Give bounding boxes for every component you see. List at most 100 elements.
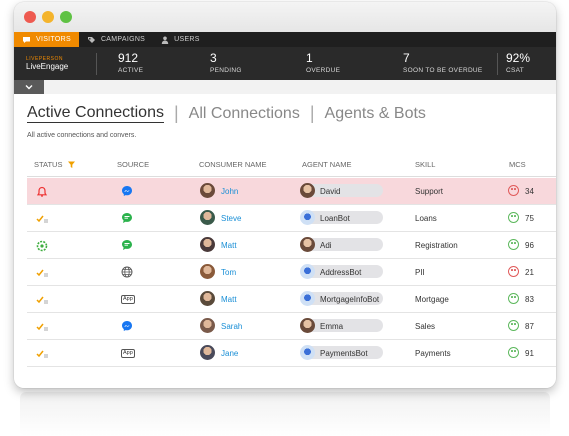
skill-label: PII bbox=[415, 268, 425, 277]
check-lines-icon bbox=[36, 213, 48, 225]
avatar bbox=[200, 291, 215, 306]
stat-csat[interactable]: 92% CSAT bbox=[506, 51, 531, 75]
col-skill[interactable]: SKILL bbox=[415, 160, 435, 169]
col-agent-name[interactable]: AGENT NAME bbox=[302, 160, 351, 169]
avatar bbox=[200, 318, 215, 333]
stat-active-label: ACTIVE bbox=[118, 67, 144, 74]
gear-icon bbox=[36, 240, 48, 252]
smiley-face-icon bbox=[508, 239, 519, 250]
stat-soon-overdue-value: 7 bbox=[403, 51, 410, 65]
skill-label: Loans bbox=[415, 214, 437, 223]
check-lines-icon bbox=[36, 267, 48, 279]
skill-label: Mortgage bbox=[415, 295, 449, 304]
top-nav: VISITORS CAMPAIGNS USERS bbox=[14, 32, 556, 47]
agent-name: AddressBot bbox=[320, 268, 362, 277]
check-lines-icon bbox=[36, 294, 48, 306]
avatar bbox=[300, 318, 315, 333]
avatar bbox=[200, 183, 215, 198]
maximize-window-button[interactable] bbox=[60, 11, 72, 23]
avatar bbox=[300, 183, 315, 198]
mcs-score: 21 bbox=[525, 268, 534, 277]
consumer-name-link[interactable]: Steve bbox=[221, 214, 241, 223]
collapse-toggle-button[interactable] bbox=[14, 80, 44, 94]
consumer-name-link[interactable]: Matt bbox=[221, 295, 237, 304]
stat-pending[interactable]: 3 PENDING bbox=[210, 51, 242, 75]
mcs-score: 34 bbox=[525, 187, 534, 196]
chat-icon bbox=[23, 36, 30, 43]
bot-avatar bbox=[300, 264, 315, 279]
sms-icon bbox=[121, 239, 133, 251]
avatar bbox=[200, 210, 215, 225]
stat-active-value: 912 bbox=[118, 51, 139, 65]
agent-name: PaymentsBot bbox=[320, 349, 368, 358]
smiley-face-icon bbox=[508, 293, 519, 304]
minimize-window-button[interactable] bbox=[42, 11, 54, 23]
close-window-button[interactable] bbox=[24, 11, 36, 23]
tab-users[interactable]: USERS bbox=[153, 32, 208, 47]
tab-campaigns-label: CAMPAIGNS bbox=[100, 36, 146, 43]
stats-divider bbox=[497, 53, 498, 75]
smiley-face-icon bbox=[508, 212, 519, 223]
stat-overdue-label: OVERDUE bbox=[306, 67, 341, 74]
consumer-name-link[interactable]: Sarah bbox=[221, 322, 242, 331]
smiley-face-icon bbox=[508, 320, 519, 331]
table-row[interactable]: App Matt MortgageInfoBot Mortgage 83 bbox=[27, 286, 556, 313]
stat-pending-value: 3 bbox=[210, 51, 217, 65]
col-source[interactable]: SOURCE bbox=[117, 160, 149, 169]
skill-label: Support bbox=[415, 187, 444, 196]
table-row[interactable]: John David Support 34 bbox=[27, 178, 556, 205]
table-row[interactable]: App Jane PaymentsBot Payments 91 bbox=[27, 340, 556, 367]
tab-all-connections[interactable]: All Connections bbox=[189, 105, 300, 123]
view-tabs: Active Connections | All Connections | A… bbox=[27, 103, 426, 124]
table-row[interactable]: Tom AddressBot PII 21 bbox=[27, 259, 556, 286]
consumer-name-link[interactable]: Matt bbox=[221, 241, 237, 250]
table-row[interactable]: Matt Adi Registration 96 bbox=[27, 232, 556, 259]
brand-logo: LIVEPERSON LiveEngage bbox=[26, 56, 68, 71]
skill-label: Sales bbox=[415, 322, 436, 331]
app-icon: App bbox=[121, 349, 135, 358]
tab-agents-bots[interactable]: Agents & Bots bbox=[325, 105, 426, 123]
stat-active[interactable]: 912 ACTIVE bbox=[118, 51, 144, 75]
col-mcs[interactable]: MCS bbox=[509, 160, 526, 169]
agent-name: Emma bbox=[320, 322, 344, 331]
globe-icon bbox=[121, 266, 133, 278]
stat-soon-overdue-label: SOON TO BE OVERDUE bbox=[403, 67, 483, 74]
col-consumer-name[interactable]: CONSUMER NAME bbox=[199, 160, 267, 169]
messenger-icon bbox=[121, 320, 133, 332]
tab-active-connections[interactable]: Active Connections bbox=[27, 104, 164, 123]
tab-campaigns[interactable]: CAMPAIGNS bbox=[79, 32, 153, 47]
tab-separator: | bbox=[173, 103, 179, 123]
agent-name: LoanBot bbox=[320, 214, 350, 223]
check-lines-icon bbox=[36, 348, 48, 360]
chevron-down-icon bbox=[25, 85, 33, 90]
avatar bbox=[200, 264, 215, 279]
mcs-score: 75 bbox=[525, 214, 534, 223]
consumer-name-link[interactable]: John bbox=[221, 187, 238, 196]
mcs-score: 87 bbox=[525, 322, 534, 331]
stat-csat-label: CSAT bbox=[506, 67, 525, 74]
sad-face-icon bbox=[508, 185, 519, 196]
tab-users-label: USERS bbox=[174, 36, 200, 43]
table-row[interactable]: Steve LoanBot Loans 75 bbox=[27, 205, 556, 232]
bell-icon bbox=[36, 186, 48, 198]
stats-bar: LIVEPERSON LiveEngage 912 ACTIVE 3 PENDING… bbox=[14, 47, 556, 80]
check-lines-icon bbox=[36, 321, 48, 333]
table-row[interactable]: Sarah Emma Sales 87 bbox=[27, 313, 556, 340]
brand-line2: LiveEngage bbox=[26, 62, 69, 71]
agent-name: Adi bbox=[320, 241, 332, 250]
stat-soon-overdue[interactable]: 7 SOON TO BE OVERDUE bbox=[403, 51, 483, 75]
tab-visitors-label: VISITORS bbox=[36, 36, 71, 43]
messenger-icon bbox=[121, 185, 133, 197]
consumer-name-link[interactable]: Jane bbox=[221, 349, 238, 358]
stat-csat-value: 92% bbox=[506, 51, 531, 65]
stat-overdue[interactable]: 1 OVERDUE bbox=[306, 52, 341, 75]
tab-visitors[interactable]: VISITORS bbox=[14, 32, 79, 47]
app-icon: App bbox=[121, 295, 135, 304]
stat-pending-label: PENDING bbox=[210, 67, 242, 74]
avatar bbox=[200, 237, 215, 252]
col-status[interactable]: STATUS bbox=[34, 160, 75, 169]
tab-separator: | bbox=[309, 103, 315, 123]
filter-icon[interactable] bbox=[67, 161, 75, 168]
consumer-name-link[interactable]: Tom bbox=[221, 268, 236, 277]
sms-icon bbox=[121, 212, 133, 224]
